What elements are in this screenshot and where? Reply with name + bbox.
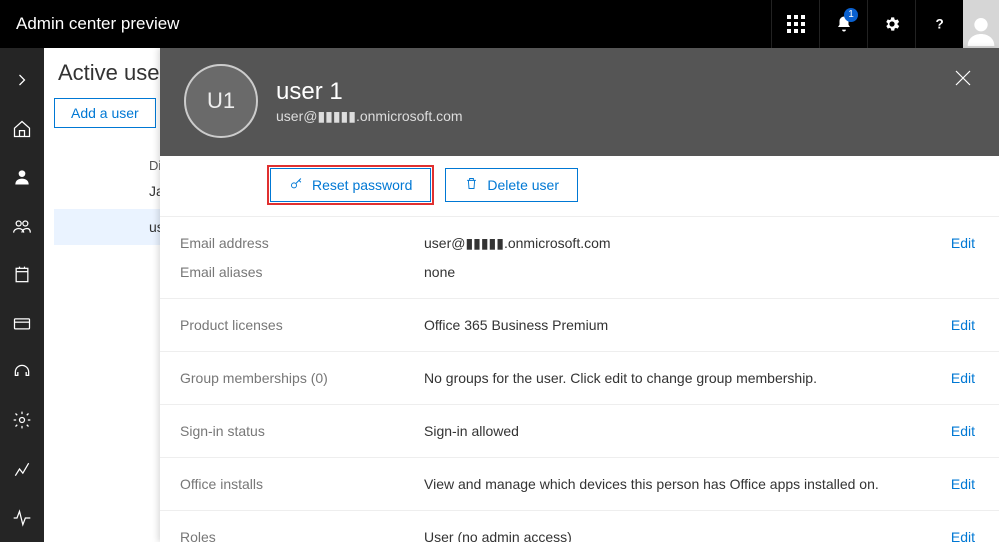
topbar-title: Admin center preview bbox=[16, 14, 179, 34]
office-installs-value: View and manage which devices this perso… bbox=[424, 476, 925, 492]
health-icon[interactable] bbox=[0, 493, 44, 542]
user-detail-pane: U1 user 1 user@▮▮▮▮▮.onmicrosoft.com Res… bbox=[160, 48, 999, 542]
notifications-icon[interactable]: 1 bbox=[819, 0, 867, 48]
profile-avatar[interactable] bbox=[963, 0, 999, 48]
settings-icon[interactable] bbox=[0, 396, 44, 445]
group-mem-value: No groups for the user. Click edit to ch… bbox=[424, 370, 925, 386]
user-icon[interactable] bbox=[0, 153, 44, 202]
topbar-right: 1 ? bbox=[771, 0, 999, 48]
support-icon[interactable] bbox=[0, 348, 44, 397]
reports-icon[interactable] bbox=[0, 445, 44, 494]
edit-licenses-link[interactable]: Edit bbox=[925, 317, 975, 333]
product-licenses-label: Product licenses bbox=[180, 317, 424, 333]
office-installs-label: Office installs bbox=[180, 476, 424, 492]
sign-in-value: Sign-in allowed bbox=[424, 423, 925, 439]
nav-expand-icon[interactable] bbox=[0, 56, 44, 105]
email-aliases-label: Email aliases bbox=[180, 264, 424, 280]
edit-office-link[interactable]: Edit bbox=[925, 476, 975, 492]
user-avatar: U1 bbox=[184, 64, 258, 138]
close-icon[interactable] bbox=[951, 66, 975, 90]
roles-label: Roles bbox=[180, 529, 424, 542]
delete-user-label: Delete user bbox=[487, 177, 559, 193]
reset-password-button[interactable]: Reset password bbox=[270, 168, 431, 202]
edit-email-link[interactable]: Edit bbox=[925, 235, 975, 251]
help-icon[interactable]: ? bbox=[915, 0, 963, 48]
settings-gear-icon[interactable] bbox=[867, 0, 915, 48]
detail-user-email: user@▮▮▮▮▮.onmicrosoft.com bbox=[276, 108, 463, 125]
sign-in-label: Sign-in status bbox=[180, 423, 424, 439]
detail-user-name: user 1 bbox=[276, 78, 463, 106]
detail-body: Email address user@▮▮▮▮▮.onmicrosoft.com… bbox=[160, 217, 999, 542]
email-aliases-value: none bbox=[424, 264, 925, 280]
key-icon bbox=[289, 176, 304, 194]
email-address-value: user@▮▮▮▮▮.onmicrosoft.com bbox=[424, 235, 925, 252]
delete-user-button[interactable]: Delete user bbox=[445, 168, 578, 202]
notification-badge: 1 bbox=[844, 8, 858, 22]
left-nav bbox=[0, 48, 44, 542]
billing-icon[interactable] bbox=[0, 299, 44, 348]
group-mem-label: Group memberships (0) bbox=[180, 370, 424, 386]
add-user-button[interactable]: Add a user bbox=[54, 98, 156, 128]
svg-text:?: ? bbox=[935, 17, 943, 32]
edit-groups-link[interactable]: Edit bbox=[925, 370, 975, 386]
product-licenses-value: Office 365 Business Premium bbox=[424, 317, 925, 333]
edit-roles-link[interactable]: Edit bbox=[925, 529, 975, 542]
reset-password-label: Reset password bbox=[312, 177, 412, 193]
top-bar: Admin center preview 1 ? bbox=[0, 0, 999, 48]
home-icon[interactable] bbox=[0, 105, 44, 154]
groups-icon[interactable] bbox=[0, 202, 44, 251]
email-address-label: Email address bbox=[180, 235, 424, 251]
trash-icon bbox=[464, 176, 479, 194]
roles-value: User (no admin access) bbox=[424, 529, 925, 542]
detail-header: U1 user 1 user@▮▮▮▮▮.onmicrosoft.com bbox=[160, 48, 999, 156]
detail-actions: Reset password Delete user bbox=[160, 156, 999, 217]
edit-signin-link[interactable]: Edit bbox=[925, 423, 975, 439]
resources-icon[interactable] bbox=[0, 250, 44, 299]
waffle-icon[interactable] bbox=[771, 0, 819, 48]
